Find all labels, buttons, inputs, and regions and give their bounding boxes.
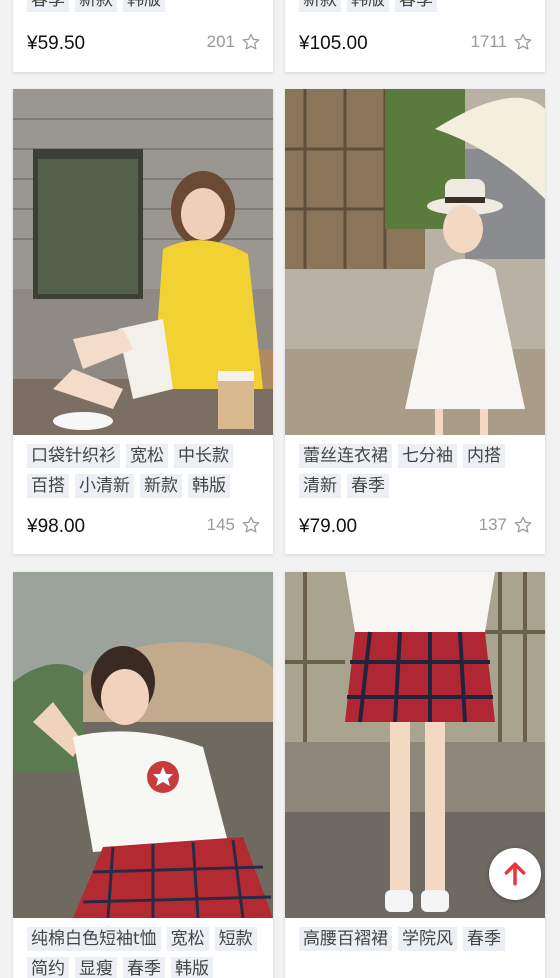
product-tag[interactable]: 春季 [27, 0, 69, 12]
like-count-value: 137 [478, 515, 507, 534]
product-tag[interactable]: 新款 [75, 0, 117, 12]
like-count-value: 201 [206, 32, 235, 51]
product-tag[interactable]: 高腰百褶裙 [299, 927, 392, 951]
product-tag[interactable]: 新款 [299, 0, 341, 12]
product-card[interactable]: 蕾丝连衣裙 七分袖 内搭 清新 春季 ¥79.00 137 [285, 89, 545, 554]
like-count[interactable]: 145 [207, 515, 261, 535]
product-tags: 高腰百褶裙 学院风 春季 [299, 927, 535, 957]
product-price: ¥79.00 [299, 516, 358, 537]
product-tag[interactable]: 春季 [463, 927, 505, 951]
product-price: ¥59.50 [27, 33, 86, 54]
product-tag[interactable]: 学院风 [398, 927, 457, 951]
product-image[interactable] [13, 89, 273, 435]
product-tags: 蕾丝连衣裙 七分袖 内搭 清新 春季 [299, 444, 535, 504]
product-image[interactable] [285, 89, 545, 435]
product-tag[interactable]: 简约 [27, 957, 69, 978]
product-tag[interactable]: 纯棉白色短袖t恤 [27, 927, 161, 951]
star-outline-icon[interactable] [513, 32, 533, 52]
product-tag[interactable]: 新款 [140, 474, 182, 498]
product-tag[interactable]: 中长款 [174, 444, 233, 468]
like-count-value: 145 [206, 515, 235, 534]
like-count[interactable]: 1711 [470, 32, 533, 52]
product-tag[interactable]: 韩版 [347, 0, 389, 12]
product-card[interactable]: 口袋针织衫 宽松 中长款 百搭 小清新 新款 韩版 ¥98.00 145 [13, 89, 273, 554]
like-count[interactable]: 201 [207, 32, 261, 52]
woman-white-lace-dress-hat-photo [285, 89, 545, 435]
product-tag[interactable]: 蕾丝连衣裙 [299, 444, 392, 468]
product-tag[interactable]: 内搭 [463, 444, 505, 468]
like-count-value: 1711 [470, 32, 507, 51]
product-tag[interactable]: 清新 [299, 474, 341, 498]
product-tag[interactable]: 春季 [395, 0, 437, 12]
product-card[interactable]: 高腰百褶裙 学院风 春季 [285, 572, 545, 978]
like-count[interactable]: 137 [479, 515, 533, 535]
product-tag[interactable]: 韩版 [188, 474, 230, 498]
product-tags: 纯棉白色短袖t恤 宽松 短款 简约 显瘦 春季 韩版 [27, 927, 263, 978]
product-tag[interactable]: 宽松 [166, 927, 209, 951]
product-tag[interactable]: 七分袖 [398, 444, 457, 468]
product-tags: 春季 新款 韩版 [27, 0, 263, 18]
product-card[interactable]: 新款 韩版 春季 ¥105.00 1711 [285, 0, 545, 72]
star-outline-icon[interactable] [513, 515, 533, 535]
product-tag[interactable]: 小清新 [75, 474, 134, 498]
product-tag[interactable]: 宽松 [126, 444, 168, 468]
product-tag[interactable]: 短款 [214, 927, 257, 951]
product-tag[interactable]: 韩版 [171, 957, 213, 978]
woman-yellow-cardigan-sitting-photo [13, 89, 273, 435]
product-price: ¥105.00 [299, 33, 368, 54]
product-tags: 新款 韩版 春季 [299, 0, 535, 18]
product-tag[interactable]: 显瘦 [75, 957, 117, 978]
product-tags: 口袋针织衫 宽松 中长款 百搭 小清新 新款 韩版 [27, 444, 263, 504]
product-tag[interactable]: 口袋针织衫 [27, 444, 120, 468]
product-price: ¥98.00 [27, 516, 86, 537]
star-outline-icon[interactable] [241, 515, 261, 535]
star-outline-icon[interactable] [241, 32, 261, 52]
product-card[interactable]: 纯棉白色短袖t恤 宽松 短款 简约 显瘦 春季 韩版 [13, 572, 273, 978]
product-image[interactable] [13, 572, 273, 918]
product-tag[interactable]: 春季 [123, 957, 165, 978]
product-card[interactable]: 春季 新款 韩版 ¥59.50 201 [13, 0, 273, 72]
back-to-top-button[interactable] [489, 848, 541, 900]
product-tag[interactable]: 百搭 [27, 474, 69, 498]
product-tag[interactable]: 春季 [347, 474, 389, 498]
arrow-up-icon [504, 862, 526, 886]
product-tag[interactable]: 韩版 [123, 0, 165, 12]
woman-white-tshirt-plaid-skirt-photo [13, 572, 273, 918]
